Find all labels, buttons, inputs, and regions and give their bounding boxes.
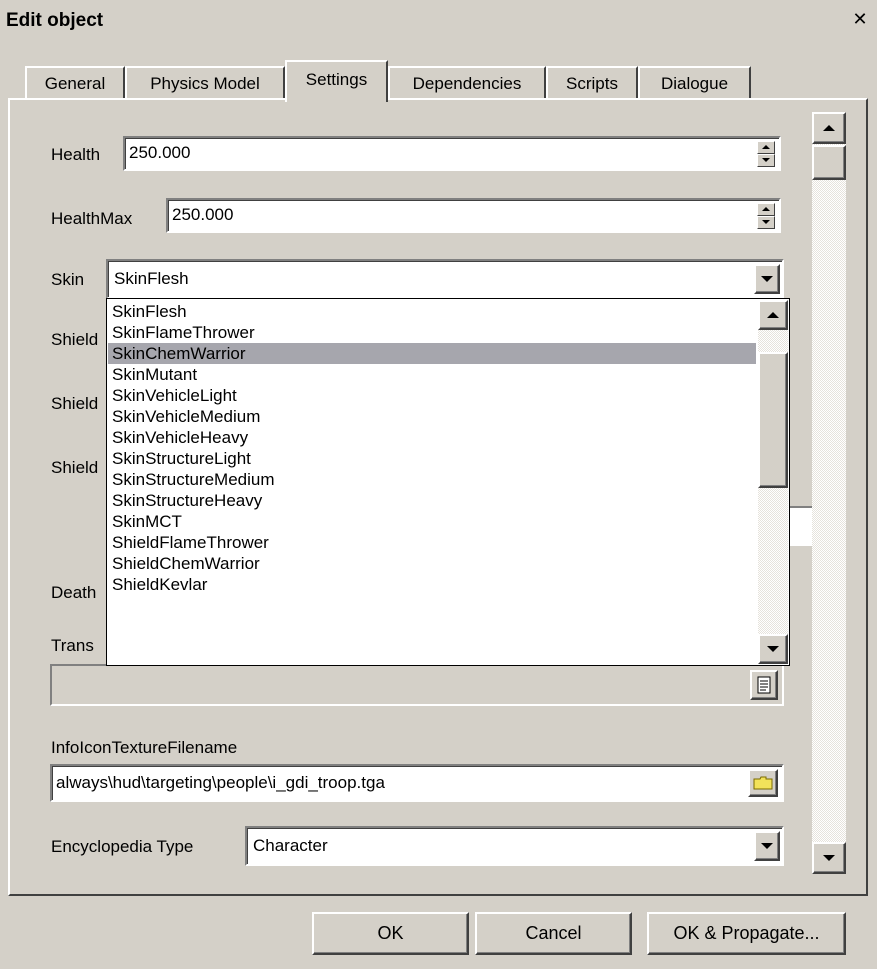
tab-settings[interactable]: Settings xyxy=(285,60,388,102)
dropdown-options: SkinFlesh SkinFlameThrower SkinChemWarri… xyxy=(108,301,756,595)
scroll-down-icon[interactable] xyxy=(758,634,788,664)
dropdown-scrollbar[interactable] xyxy=(758,300,788,664)
folder-icon[interactable] xyxy=(748,769,778,797)
skin-dropdown-list[interactable]: SkinFlesh SkinFlameThrower SkinChemWarri… xyxy=(106,298,790,666)
tab-general[interactable]: General xyxy=(25,66,125,98)
list-item[interactable]: SkinVehicleMedium xyxy=(108,406,756,427)
spin-down-icon[interactable] xyxy=(757,154,775,167)
health-label: Health xyxy=(51,145,101,164)
title-bar[interactable]: Edit object ✕ xyxy=(0,0,877,38)
list-item[interactable]: SkinStructureLight xyxy=(108,448,756,469)
panel-scrollbar[interactable] xyxy=(812,112,846,874)
skin-value: SkinFlesh xyxy=(114,269,189,288)
infoicon-field[interactable]: always\hud\targeting\people\i_gdi_troop.… xyxy=(50,764,784,802)
skin-combobox[interactable]: SkinFlesh xyxy=(106,259,784,299)
cancel-button[interactable]: Cancel xyxy=(475,912,632,955)
health-spinner[interactable] xyxy=(757,141,775,167)
scroll-up-icon[interactable] xyxy=(812,112,846,144)
shield-label-3: Shield xyxy=(51,458,99,477)
healthmax-field[interactable]: 250.000 xyxy=(166,198,781,233)
healthmax-spinner[interactable] xyxy=(757,203,775,229)
encyclopedia-label: Encyclopedia Type xyxy=(51,837,194,856)
list-item[interactable]: ShieldFlameThrower xyxy=(108,532,756,553)
scroll-thumb[interactable] xyxy=(812,145,846,180)
window-title: Edit object xyxy=(6,10,104,31)
file-browse-icon[interactable] xyxy=(750,670,778,700)
scroll-thumb[interactable] xyxy=(758,352,788,488)
tab-physics-model[interactable]: Physics Model xyxy=(125,66,285,98)
skin-label: Skin xyxy=(51,270,85,289)
list-item[interactable]: SkinStructureMedium xyxy=(108,469,756,490)
spin-down-icon[interactable] xyxy=(757,216,775,229)
healthmax-label: HealthMax xyxy=(51,209,133,228)
health-field[interactable]: 250.000 xyxy=(123,136,781,171)
list-item[interactable]: SkinStructureHeavy xyxy=(108,490,756,511)
tab-dependencies[interactable]: Dependencies xyxy=(388,66,546,98)
ok-button[interactable]: OK xyxy=(312,912,469,955)
list-item[interactable]: SkinMCT xyxy=(108,511,756,532)
scroll-up-icon[interactable] xyxy=(758,300,788,330)
close-icon[interactable]: ✕ xyxy=(848,8,872,30)
trans-label: Trans xyxy=(51,636,94,655)
spin-up-icon[interactable] xyxy=(757,141,775,154)
healthmax-value: 250.000 xyxy=(172,205,234,224)
encyclopedia-value: Character xyxy=(253,836,328,855)
infoicon-label: InfoIconTextureFilename xyxy=(51,738,238,757)
ok-propagate-button[interactable]: OK & Propagate... xyxy=(647,912,846,955)
chevron-down-icon[interactable] xyxy=(754,264,780,294)
spin-up-icon[interactable] xyxy=(757,203,775,216)
list-item[interactable]: SkinVehicleHeavy xyxy=(108,427,756,448)
encyclopedia-combobox[interactable]: Character xyxy=(245,826,784,866)
infoicon-value: always\hud\targeting\people\i_gdi_troop.… xyxy=(56,773,385,792)
list-item[interactable]: ShieldChemWarrior xyxy=(108,553,756,574)
tab-dialogue[interactable]: Dialogue xyxy=(638,66,751,98)
list-item[interactable]: SkinMutant xyxy=(108,364,756,385)
list-item[interactable]: SkinFlameThrower xyxy=(108,322,756,343)
list-item[interactable]: SkinVehicleLight xyxy=(108,385,756,406)
chevron-down-icon[interactable] xyxy=(754,831,780,861)
list-item-selected[interactable]: SkinChemWarrior xyxy=(108,343,756,364)
shield-label-1: Shield xyxy=(51,330,99,349)
death-label: Death xyxy=(51,583,97,602)
shield-label-2: Shield xyxy=(51,394,99,413)
tab-scripts[interactable]: Scripts xyxy=(546,66,638,98)
health-value: 250.000 xyxy=(129,143,191,162)
list-item[interactable]: SkinFlesh xyxy=(108,301,756,322)
trans-field xyxy=(50,664,784,706)
scroll-down-icon[interactable] xyxy=(812,842,846,874)
list-item[interactable]: ShieldKevlar xyxy=(108,574,756,595)
